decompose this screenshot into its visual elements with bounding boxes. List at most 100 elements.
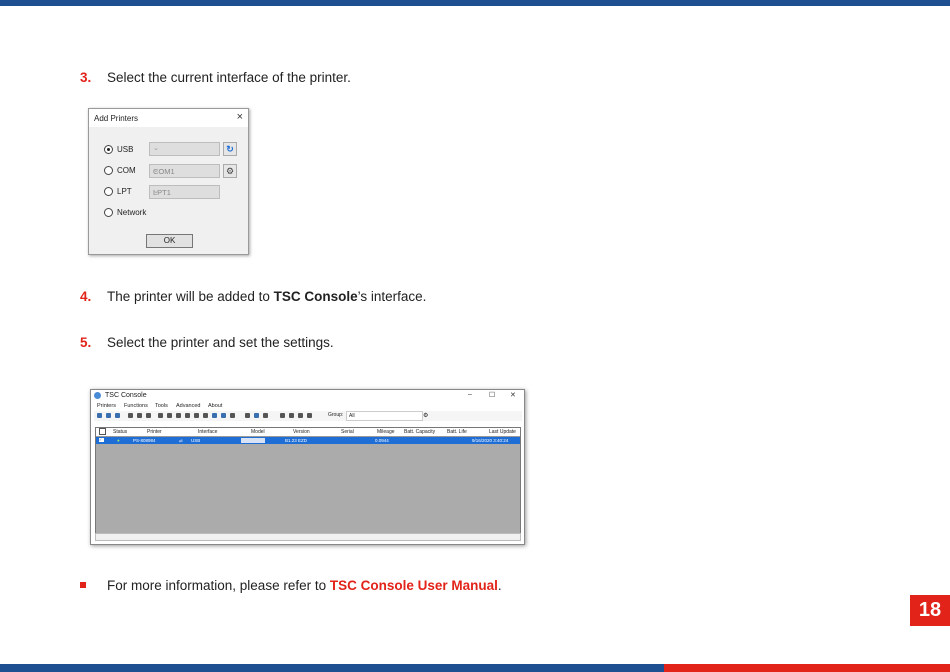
tool-icon[interactable] [254,413,259,418]
app-icon [94,392,101,399]
step-text: The printer will be added to [107,289,274,304]
tool-icon[interactable] [128,413,133,418]
tool-icon[interactable] [289,413,294,418]
window-title-bar: TSC Console – ☐ ✕ [91,390,524,401]
step-4: 4. The printer will be added to TSC Conso… [80,289,426,305]
bullet-icon [80,582,86,589]
column-header[interactable]: Model [251,429,265,435]
chevron-down-icon: ⌄ [153,167,159,174]
horizontal-scrollbar[interactable] [95,533,521,541]
maximize-icon[interactable]: ☐ [489,391,495,399]
dialog-title-bar: Add Printers × [89,109,248,127]
row-checkbox[interactable]: ✓ [99,438,104,442]
more-info-note: For more information, please refer to TS… [80,578,502,594]
com-radio[interactable] [104,166,113,175]
page-number: 18 [910,595,950,626]
column-header[interactable]: Batt. Capacity [404,429,435,435]
group-label: Group: [328,412,344,418]
cell-mileage: 0.0944 [375,438,389,443]
tool-icon[interactable] [307,413,312,418]
tool-icon[interactable] [158,413,163,418]
printer-table: Status Printer Interface Model Version S… [95,427,521,535]
menu-about[interactable]: About [208,403,222,409]
menu-printers[interactable]: Printers [97,403,116,409]
column-header[interactable]: Batt. Life [447,429,467,435]
group-value: All [349,413,355,419]
column-header[interactable]: Last Update [489,429,516,435]
cell-printer: PS-808984 [133,438,156,443]
gear-icon[interactable]: ⚙ [223,164,237,178]
window-title: TSC Console [105,392,147,399]
lpt-label: LPT [117,187,132,196]
note-text-end: . [497,578,502,593]
tool-icon[interactable] [263,413,268,418]
column-header[interactable]: Mileage [377,429,395,435]
step-3: 3. Select the current interface of the pr… [80,70,351,86]
lpt-radio[interactable] [104,187,113,196]
product-name: TSC Console [273,289,358,304]
home-icon[interactable] [176,413,181,418]
top-brand-bar [0,0,950,6]
usb-radio[interactable] [104,145,113,154]
tool-icon[interactable] [298,413,303,418]
close-icon[interactable]: ✕ [510,391,516,399]
tool-icon[interactable] [167,413,172,418]
select-all-checkbox[interactable] [99,428,106,435]
note-text: For more information, please refer to [107,578,330,593]
ok-button[interactable]: OK [146,234,193,248]
refresh-icon[interactable] [106,413,111,418]
table-row[interactable]: ✓ ● PS-808984 ⇌ USB B1.23 EZD 0.0944 9/1… [96,437,520,444]
tool-icon[interactable] [146,413,151,418]
add-printers-dialog: Add Printers × USB ⌄ ↻ COM COM1 ⌄ ⚙ LPT L… [88,108,249,255]
cell-interface: USB [191,438,201,443]
menu-advanced[interactable]: Advanced [176,403,200,409]
gear-icon[interactable]: ⚙ [423,412,428,419]
usb-icon: ⇌ [179,438,183,443]
step-5: 5. Select the printer and set the setting… [80,335,334,351]
step-number: 5. [80,335,92,350]
chevron-down-icon: ⌄ [153,145,159,152]
step-number: 4. [80,289,92,304]
step-text: Select the printer and set the settings. [107,335,334,350]
tool-icon[interactable] [221,413,226,418]
column-header[interactable]: Status [113,429,127,435]
menu-functions[interactable]: Functions [124,403,148,409]
remove-printer-icon[interactable] [115,413,120,418]
tsc-console-window: TSC Console – ☐ ✕ Printers Functions Too… [90,389,525,545]
network-label: Network [117,208,147,217]
column-header[interactable]: Version [293,429,310,435]
tool-icon[interactable] [194,413,199,418]
com-label: COM [117,166,136,175]
lpt-combo[interactable]: LPT1 ⌄ [149,185,220,199]
minimize-icon[interactable]: – [468,391,472,398]
tool-icon[interactable] [245,413,250,418]
chevron-down-icon: ⌄ [153,188,159,195]
tool-icon[interactable] [185,413,190,418]
cell-version: B1.23 EZD [285,438,308,443]
com-combo[interactable]: COM1 ⌄ [149,164,220,178]
close-icon[interactable]: × [237,111,243,123]
refresh-icon[interactable]: ↻ [223,142,237,156]
column-header[interactable]: Printer [147,429,162,435]
manual-link[interactable]: TSC Console User Manual [330,578,498,593]
tool-icon[interactable] [137,413,142,418]
bulb-icon: ● [117,438,120,443]
download-icon[interactable] [280,413,285,418]
add-printer-icon[interactable] [97,413,102,418]
menu-tools[interactable]: Tools [155,403,168,409]
cell-model [241,438,265,443]
network-radio[interactable] [104,208,113,217]
bottom-accent-bar [664,664,950,672]
column-header[interactable]: Interface [198,429,217,435]
cell-last-update: 9/16/2020 3:40:24 [472,438,509,443]
tool-icon[interactable] [230,413,235,418]
dialog-title: Add Printers [94,114,139,123]
step-text: Select the current interface of the prin… [107,70,351,85]
group-select[interactable]: All [346,411,423,421]
table-header: Status Printer Interface Model Version S… [96,428,520,437]
step-text-end: ’s interface. [357,289,427,304]
usb-combo[interactable]: ⌄ [149,142,220,156]
column-header[interactable]: Serial [341,429,354,435]
tool-icon[interactable] [212,413,217,418]
tool-icon[interactable] [203,413,208,418]
